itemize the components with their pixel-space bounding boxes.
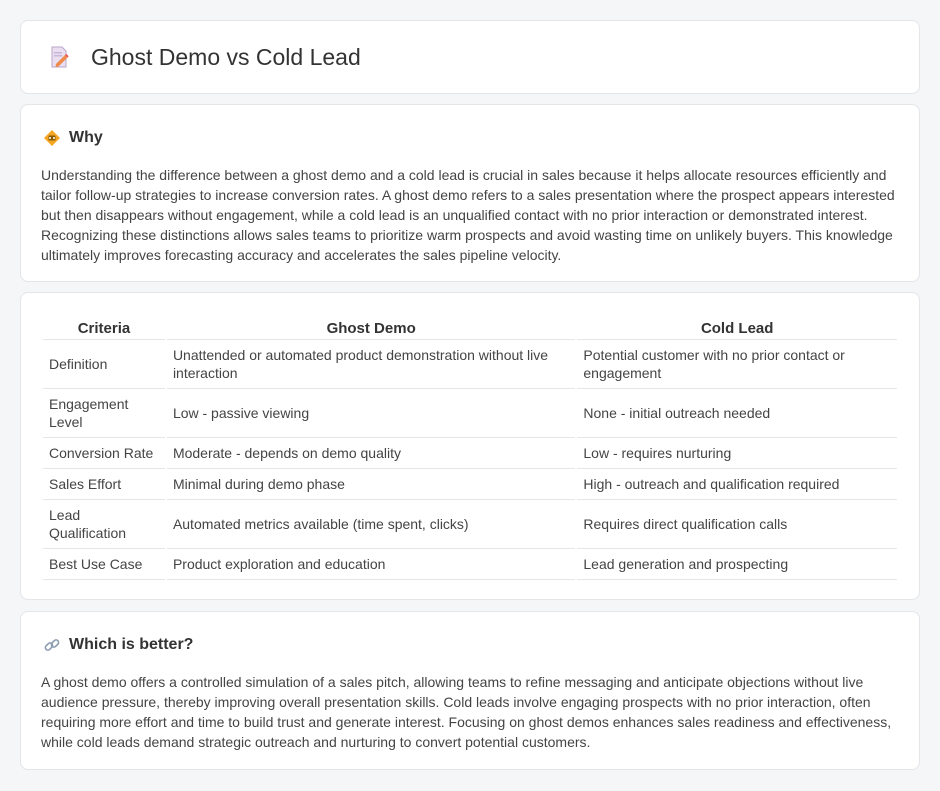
table-cell: Potential customer with no prior contact…	[576, 339, 899, 389]
table-cell: Unattended or automated product demonstr…	[165, 339, 578, 389]
table-cell: High - outreach and qualification requir…	[576, 468, 899, 500]
column-header: Ghost Demo	[165, 313, 578, 340]
table-cell: Minimal during demo phase	[165, 468, 578, 500]
table-cell: Low - passive viewing	[165, 388, 578, 438]
why-card: Why Understanding the difference between…	[20, 104, 920, 282]
table-cell: Automated metrics available (time spent,…	[165, 499, 578, 549]
comparison-card: Criteria Ghost Demo Cold Lead Definition…	[20, 292, 920, 600]
table-row: Definition Unattended or automated produ…	[43, 339, 899, 389]
table-cell: None - initial outreach needed	[576, 388, 899, 438]
why-header: Why	[21, 105, 919, 147]
table-cell: Engagement Level	[43, 388, 167, 438]
table-cell: Product exploration and education	[165, 548, 578, 580]
warning-sign-icon	[44, 130, 60, 146]
table-cell: Best Use Case	[43, 548, 167, 580]
why-heading: Why	[69, 129, 103, 146]
table-row: Engagement Level Low - passive viewing N…	[43, 388, 899, 438]
table-cell: Lead Qualification	[43, 499, 167, 549]
link-icon	[44, 639, 60, 651]
table-cell: Low - requires nurturing	[576, 437, 899, 469]
table-row: Lead Qualification Automated metrics ava…	[43, 499, 899, 549]
title-row: Ghost Demo vs Cold Lead	[21, 21, 919, 93]
better-paragraph: A ghost demo offers a controlled simulat…	[41, 674, 892, 750]
document-edit-icon	[51, 46, 69, 68]
table-cell: Moderate - depends on demo quality	[165, 437, 578, 469]
page-title: Ghost Demo vs Cold Lead	[91, 43, 361, 70]
table-cell: Conversion Rate	[43, 437, 167, 469]
which-better-card: Which is better? A ghost demo offers a c…	[20, 611, 920, 770]
why-paragraph: Understanding the difference between a g…	[41, 167, 895, 263]
table-row: Best Use Case Product exploration and ed…	[43, 548, 899, 580]
table-cell: Sales Effort	[43, 468, 167, 500]
table-row: Sales Effort Minimal during demo phase H…	[43, 468, 899, 500]
column-header: Criteria	[43, 313, 167, 340]
table-cell: Definition	[43, 339, 167, 389]
column-header: Cold Lead	[576, 313, 899, 340]
table-cell: Requires direct qualification calls	[576, 499, 899, 549]
comparison-table: Criteria Ghost Demo Cold Lead Definition…	[43, 313, 899, 580]
table-header-row: Criteria Ghost Demo Cold Lead	[43, 313, 899, 340]
better-heading: Which is better?	[69, 636, 194, 653]
title-card: Ghost Demo vs Cold Lead	[20, 20, 920, 94]
better-header: Which is better?	[21, 612, 919, 654]
table-cell: Lead generation and prospecting	[576, 548, 899, 580]
table-row: Conversion Rate Moderate - depends on de…	[43, 437, 899, 469]
